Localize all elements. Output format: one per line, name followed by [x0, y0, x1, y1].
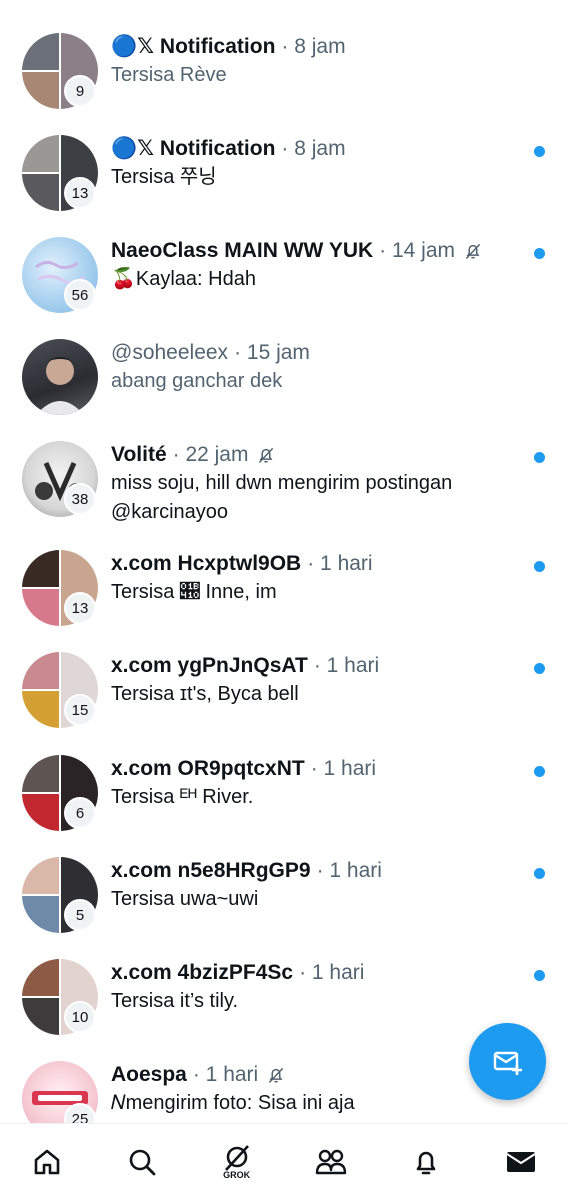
communities-icon	[316, 1149, 347, 1175]
member-count-badge: 15	[64, 694, 96, 726]
conversation-item[interactable]: 9 🔵𝕏 Notification · 8 jam Tersisa Rève	[0, 33, 568, 135]
member-count-badge: 13	[64, 592, 96, 624]
grok-label: GROK	[223, 1170, 251, 1180]
group-avatar: 38	[22, 441, 98, 517]
conversation-time: · 14 jam	[379, 239, 456, 262]
conversation-item[interactable]: 15 x.com ygPnJnQsAT · 1 hari Tersisa ɪt'…	[0, 652, 568, 754]
conversation-name: 🔵𝕏 Notification	[111, 35, 276, 58]
conversation-name: x.com Hcxptwl9OB	[111, 552, 302, 575]
conversation-name: NaeoClass MAIN WW YUK	[111, 239, 374, 262]
group-avatar: 13	[22, 550, 98, 626]
unread-dot	[534, 663, 545, 674]
conversation-time: · 1 hari	[299, 961, 365, 984]
user-handle: @soheeleex	[111, 341, 229, 364]
member-count-badge: 13	[64, 177, 96, 209]
group-avatar: 9	[22, 33, 98, 109]
grok-icon	[224, 1145, 249, 1171]
conversation-time: · 1 hari	[316, 859, 382, 882]
search-icon	[129, 1149, 156, 1176]
unread-dot	[534, 766, 545, 777]
conversation-name: x.com n5e8HRgGP9	[111, 859, 311, 882]
muted-bell-icon	[465, 243, 481, 260]
conversation-item[interactable]: 56 NaeoClass MAIN WW YUK · 14 jam 🍒Kayla…	[0, 237, 568, 339]
group-avatar: 15	[22, 652, 98, 728]
message-preview: Tersisa ɪt's, Byca bell	[111, 683, 299, 705]
message-preview: Tersisa it’s tily.	[111, 990, 239, 1012]
mail-icon	[506, 1152, 536, 1172]
conversation-name: x.com OR9pqtcxNT	[111, 757, 305, 780]
nav-grok[interactable]: GROK	[207, 1132, 267, 1192]
group-avatar: 10	[22, 959, 98, 1035]
message-preview: Tersisa uwa~uwi	[111, 888, 259, 910]
member-count-badge: 9	[64, 75, 96, 107]
conversation-item[interactable]: 6 x.com OR9pqtcxNT · 1 hari Tersisa ᴱᴴ R…	[0, 755, 568, 857]
message-preview: abang ganchar dek	[111, 370, 283, 392]
message-preview: Tersisa 𛐐 Inne, im	[111, 581, 277, 603]
conversation-time: · 22 jam	[172, 443, 249, 466]
group-avatar: 56	[22, 237, 98, 313]
group-avatar: 5	[22, 857, 98, 933]
new-message-button[interactable]	[469, 1023, 546, 1100]
conversation-name: Aoespa	[111, 1063, 187, 1086]
bell-icon	[416, 1151, 436, 1175]
conversation-time: · 8 jam	[281, 137, 346, 160]
member-count-badge: 38	[64, 483, 96, 515]
unread-dot	[534, 561, 545, 572]
member-count-badge: 56	[64, 279, 96, 311]
message-preview-continued: @karcinayoo	[111, 501, 229, 523]
message-preview: 🍒Kaylaa: Hdah	[111, 268, 256, 290]
message-preview: miss soju, hill dwn mengirim postingan	[111, 472, 453, 494]
message-preview: Tersisa Rève	[111, 64, 227, 86]
person-photo	[36, 357, 84, 415]
unread-dot	[534, 146, 545, 157]
conversation-time: · 15 jam	[234, 341, 310, 364]
member-count-badge: 10	[64, 1001, 96, 1033]
conversation-item[interactable]: @soheeleex · 15 jam abang ganchar dek	[0, 339, 568, 441]
conversation-name: x.com ygPnJnQsAT	[111, 654, 308, 677]
muted-bell-icon	[269, 1067, 284, 1084]
muted-bell-icon	[259, 447, 274, 464]
bottom-navigation: GROK	[0, 1123, 568, 1200]
conversation-name: x.com 4bzizPF4Sc	[111, 961, 294, 984]
member-count-badge: 6	[64, 797, 96, 829]
conversation-item[interactable]: 13 x.com Hcxptwl9OB · 1 hari Tersisa 𛐐 I…	[0, 550, 568, 652]
nav-home[interactable]	[17, 1132, 77, 1192]
nav-communities[interactable]	[301, 1132, 361, 1192]
unread-dot	[534, 970, 545, 981]
unread-dot	[534, 868, 545, 879]
group-avatar: 6	[22, 755, 98, 831]
message-preview: 𝑁mengirim foto: Sisa ini aja	[111, 1092, 355, 1114]
conversation-name: Volité	[111, 443, 167, 466]
conversation-time: · 1 hari	[192, 1063, 259, 1086]
conversation-item[interactable]: 38 Volité · 22 jam miss soju, hill dwn m…	[0, 441, 568, 543]
user-avatar	[22, 339, 98, 415]
message-preview: Tersisa ᴱᴴ River.	[111, 786, 254, 808]
member-count-badge: 5	[64, 899, 96, 931]
nav-notifications[interactable]	[396, 1132, 456, 1192]
conversation-item[interactable]: 5 x.com n5e8HRgGP9 · 1 hari Tersisa uwa~…	[0, 857, 568, 959]
nav-search[interactable]	[112, 1132, 172, 1192]
message-preview: Tersisa 쭈닝	[111, 166, 217, 188]
conversation-time: · 1 hari	[307, 552, 373, 575]
conversation-time: · 1 hari	[313, 654, 380, 677]
conversation-item[interactable]: 13 🔵𝕏 Notification · 8 jam Tersisa 쭈닝	[0, 135, 568, 237]
new-message-icon	[493, 1051, 522, 1075]
nav-messages[interactable]	[491, 1132, 551, 1192]
unread-dot	[534, 452, 545, 463]
conversation-name: 🔵𝕏 Notification	[111, 137, 276, 160]
home-icon	[35, 1149, 60, 1175]
conversation-time: · 1 hari	[310, 757, 377, 780]
conversation-time: · 8 jam	[281, 35, 346, 58]
unread-dot	[534, 248, 545, 259]
group-avatar: 13	[22, 135, 98, 211]
